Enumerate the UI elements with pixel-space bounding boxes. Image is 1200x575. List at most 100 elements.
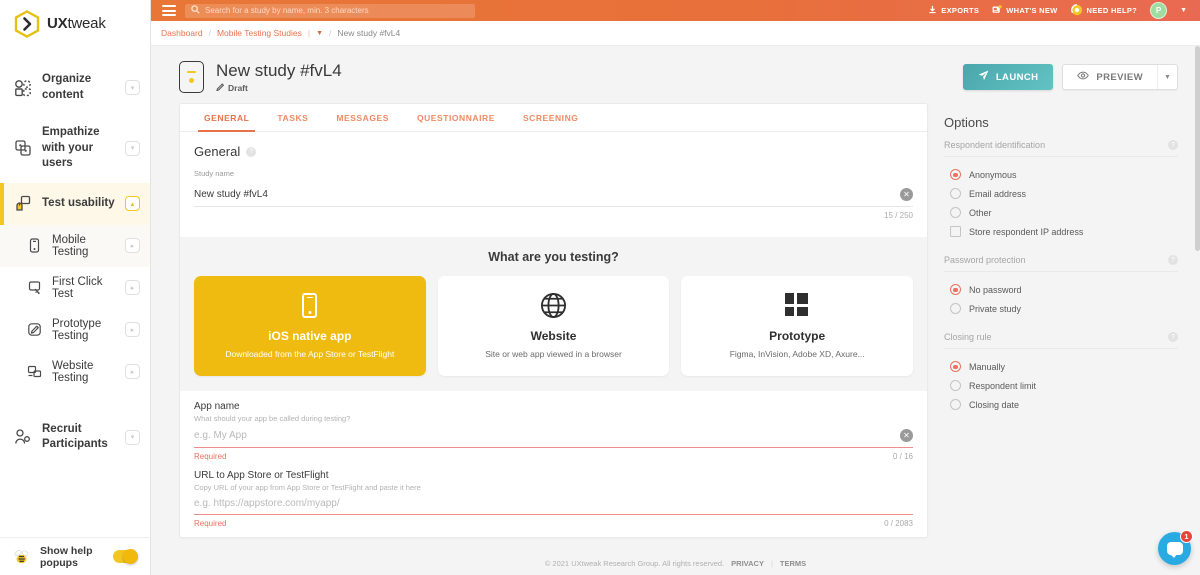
chevron-down-icon[interactable]: ▼ [316, 30, 323, 37]
sidebar-subitem-label: Website Testing [52, 360, 116, 384]
app-name-counter: 0 / 16 [893, 452, 913, 461]
sidebar-item-website-testing[interactable]: Website Testing ▸ [0, 351, 150, 393]
study-name-input-row[interactable]: New study #fvL4 ✕ [194, 182, 913, 207]
option-label: Respondent limit [969, 381, 1036, 391]
study-header: New study #fvL4 Draft LAUNCH [151, 46, 1200, 103]
top-bar: Search for a study by name, min. 3 chara… [151, 0, 1200, 21]
sidebar-item-test-usability[interactable]: Test usability ▴ [0, 183, 150, 225]
brand-logo[interactable]: UXtweak [0, 0, 150, 47]
option-manually[interactable]: Manually [950, 357, 1178, 376]
preview-label-group[interactable]: PREVIEW [1063, 65, 1157, 89]
option-respondent-limit[interactable]: Respondent limit [950, 376, 1178, 395]
sidebar-footer: Show help popups [0, 537, 150, 575]
test-type-card-ios-native-app[interactable]: iOS native app Downloaded from the App S… [194, 276, 426, 376]
sidebar-item-recruit-participants[interactable]: Recruit Participants ▾ [0, 411, 150, 464]
chevron-down-icon[interactable]: ▾ [125, 80, 140, 95]
option-other[interactable]: Other [950, 203, 1178, 222]
radio-icon[interactable] [950, 380, 961, 391]
chevron-right-icon[interactable]: ▸ [125, 322, 140, 337]
chevron-right-icon[interactable]: ▸ [125, 238, 140, 253]
question-mark-icon[interactable]: ? [246, 147, 256, 157]
clear-circle-icon[interactable]: ✕ [900, 188, 913, 201]
test-usability-icon [13, 194, 33, 214]
sidebar-item-empathize[interactable]: Empathize with your users ▾ [0, 114, 150, 183]
radio-icon[interactable] [950, 207, 961, 218]
option-closing-date[interactable]: Closing date [950, 395, 1178, 414]
avatar[interactable]: P [1150, 2, 1167, 19]
test-type-card-website[interactable]: Website Site or web app viewed in a brow… [438, 276, 670, 376]
app-name-input-row[interactable]: e.g. My App ✕ [194, 423, 913, 448]
breadcrumb-item-mobile-testing-studies[interactable]: Mobile Testing Studies [217, 28, 302, 38]
sidebar-item-first-click-test[interactable]: First Click Test ▸ [0, 267, 150, 309]
show-help-popups-label: Show help popups [40, 545, 105, 569]
chevron-down-icon[interactable]: ▾ [125, 430, 140, 445]
radio-icon[interactable] [950, 399, 961, 410]
footer-link-privacy[interactable]: PRIVACY [731, 559, 764, 568]
chevron-up-icon[interactable]: ▴ [125, 196, 140, 211]
general-card: GENERAL TASKS MESSAGES QUESTIONNAIRE SCR… [179, 103, 928, 538]
tab-questionnaire[interactable]: QUESTIONNAIRE [403, 104, 509, 131]
question-mark-icon[interactable]: ? [1168, 140, 1178, 150]
option-email-address[interactable]: Email address [950, 184, 1178, 203]
chevron-down-icon[interactable]: ▾ [125, 141, 140, 156]
radio-icon[interactable] [950, 188, 961, 199]
app-name-placeholder[interactable]: e.g. My App [194, 430, 894, 441]
lifebuoy-icon [1071, 4, 1083, 18]
app-url-field: URL to App Store or TestFlight Copy URL … [180, 470, 927, 537]
whats-new-button[interactable]: WHAT'S NEW [992, 5, 1057, 16]
chat-widget-button[interactable]: 1 [1158, 532, 1191, 565]
radio-icon[interactable] [950, 361, 961, 372]
radio-icon[interactable] [950, 303, 961, 314]
option-anonymous[interactable]: Anonymous [950, 165, 1178, 184]
app-url-meta: Required 0 / 2083 [194, 515, 913, 537]
app-url-placeholder[interactable]: e.g. https://appstore.com/myapp/ [194, 498, 913, 509]
chevron-down-icon[interactable]: ▼ [1158, 74, 1177, 81]
tab-tasks[interactable]: TASKS [263, 104, 322, 131]
sidebar-item-label: Recruit Participants [42, 422, 116, 453]
exports-button[interactable]: EXPORTS [928, 5, 979, 16]
radio-icon[interactable] [950, 169, 961, 180]
study-name-counter: 15 / 250 [884, 211, 913, 220]
search-input[interactable]: Search for a study by name, min. 3 chara… [185, 4, 475, 18]
question-mark-icon[interactable]: ? [1168, 332, 1178, 342]
option-private-study[interactable]: Private study [950, 299, 1178, 318]
test-type-name: iOS native app [268, 329, 351, 343]
vertical-scrollbar[interactable] [1195, 46, 1200, 251]
option-group-body: Anonymous Email address Other [944, 157, 1178, 245]
sidebar-item-mobile-testing[interactable]: Mobile Testing ▸ [0, 225, 150, 267]
option-no-password[interactable]: No password [950, 280, 1178, 299]
study-name-meta: 15 / 250 [194, 207, 913, 229]
sidebar-item-organize-content[interactable]: Organize content ▾ [0, 61, 150, 114]
test-type-description: Downloaded from the App Store or TestFli… [225, 348, 394, 360]
chevron-right-icon[interactable]: ▸ [125, 364, 140, 379]
test-type-card-prototype[interactable]: Prototype Figma, InVision, Adobe XD, Axu… [681, 276, 913, 376]
hamburger-menu-icon[interactable] [162, 5, 176, 16]
sidebar-item-prototype-testing[interactable]: Prototype Testing ▸ [0, 309, 150, 351]
checkbox-icon[interactable] [950, 226, 961, 237]
clear-circle-icon[interactable]: ✕ [900, 429, 913, 442]
content-scroll-area: New study #fvL4 Draft LAUNCH [151, 46, 1200, 552]
cursor-click-icon [26, 279, 43, 296]
question-mark-icon[interactable]: ? [1168, 255, 1178, 265]
launch-button[interactable]: LAUNCH [963, 64, 1054, 90]
top-bar-actions: EXPORTS WHAT'S NEW NEED HELP? P ▼ [928, 2, 1192, 19]
study-name-value[interactable]: New study #fvL4 [194, 189, 894, 200]
preview-button[interactable]: PREVIEW ▼ [1062, 64, 1178, 90]
radio-icon[interactable] [950, 284, 961, 295]
mobile-device-icon [26, 237, 43, 254]
tab-general[interactable]: GENERAL [190, 104, 263, 131]
option-store-ip-address[interactable]: Store respondent IP address [950, 222, 1178, 241]
footer-link-terms[interactable]: TERMS [780, 559, 806, 568]
app-url-input-row[interactable]: e.g. https://appstore.com/myapp/ [194, 492, 913, 515]
chevron-down-icon[interactable]: ▼ [1180, 7, 1187, 14]
footer-copyright: © 2021 UXtweak Research Group. All right… [545, 559, 724, 568]
breadcrumb-item-dashboard[interactable]: Dashboard [161, 28, 203, 38]
chevron-right-icon[interactable]: ▸ [125, 280, 140, 295]
option-label: Closing date [969, 400, 1019, 410]
pencil-icon [216, 83, 224, 93]
launch-label: LAUNCH [996, 72, 1039, 83]
tab-messages[interactable]: MESSAGES [322, 104, 403, 131]
show-help-popups-toggle[interactable] [113, 550, 138, 563]
need-help-button[interactable]: NEED HELP? [1071, 4, 1138, 18]
tab-screening[interactable]: SCREENING [509, 104, 593, 131]
